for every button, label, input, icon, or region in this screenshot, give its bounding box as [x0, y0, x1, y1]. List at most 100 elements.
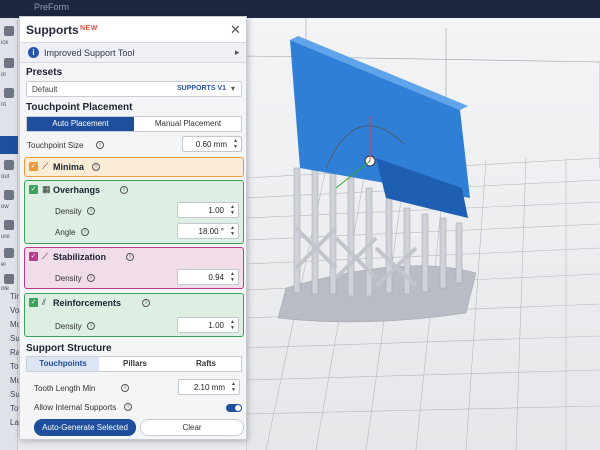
spinner-icon[interactable]: ▲ ▼ — [230, 271, 235, 283]
tab-pillars[interactable]: Pillars — [99, 357, 171, 371]
overhangs-density-label: Density — [55, 207, 82, 216]
tab-touchpoints[interactable]: Touchpoints — [27, 357, 99, 371]
spinner-icon[interactable]: ▲ ▼ — [230, 225, 235, 237]
preset-tag: SUPPORTS V1 — [177, 85, 227, 92]
internal-supports-toggle[interactable] — [226, 404, 242, 412]
minima-title: Minima — [53, 162, 85, 172]
panel-header: Supports NEW ✕ — [20, 17, 246, 43]
viewport-scene — [246, 18, 600, 450]
spinner-icon[interactable]: ▲ ▼ — [233, 138, 238, 150]
info-icon[interactable]: i — [92, 163, 100, 171]
support-structure-title: Support Structure — [26, 343, 112, 354]
info-icon[interactable]: i — [120, 186, 128, 194]
stabilization-density-value: 0.94 — [208, 273, 224, 282]
reinforcements-density-input[interactable]: 1.00 ▲ ▼ — [177, 317, 239, 333]
placement-toggle: Auto Placement Manual Placement — [26, 116, 242, 132]
stabilization-title: Stabilization — [53, 252, 107, 262]
rail-label-3: nt — [1, 102, 7, 108]
tooth-length-input[interactable]: 2.10 mm ▲ ▼ — [178, 379, 240, 395]
overhangs-header: ✓ ▦ Overhangs i — [25, 181, 243, 199]
overhangs-checkbox[interactable]: ✓ — [29, 185, 38, 194]
auto-placement-tab[interactable]: Auto Placement — [27, 117, 134, 131]
stabilization-density-label: Density — [55, 274, 82, 283]
overhangs-angle-value: 18.00 ° — [198, 227, 224, 236]
close-icon[interactable]: ✕ — [230, 22, 241, 38]
reinforcements-title: Reinforcements — [53, 298, 122, 308]
stabilization-density-input[interactable]: 0.94 ▲ ▼ — [177, 269, 239, 285]
overhangs-angle-input[interactable]: 18.00 ° ▲ ▼ — [177, 223, 239, 239]
3d-viewport[interactable] — [246, 18, 600, 450]
tool-icon[interactable] — [4, 190, 14, 200]
spinner-icon[interactable]: ▲ ▼ — [230, 204, 235, 216]
info-icon[interactable]: i — [81, 228, 89, 236]
overhangs-icon: ▦ — [42, 184, 51, 194]
touchpoint-size-value: 0.60 mm — [195, 140, 227, 149]
reinforcements-density-label: Density — [55, 322, 82, 331]
clear-button[interactable]: Clear — [140, 419, 244, 436]
new-badge: NEW — [80, 25, 98, 32]
info-icon: i — [28, 47, 39, 58]
overhangs-title: Overhangs — [53, 185, 101, 195]
spinner-icon[interactable]: ▲ ▼ — [231, 381, 236, 393]
stabilization-card: ✓ ⟋ Stabilization i Density i 0.94 ▲ ▼ — [24, 247, 244, 289]
reinforcements-header: ✓ ⫽ Reinforcements i — [25, 294, 243, 312]
preset-select[interactable]: Default SUPPORTS V1 ▾ — [26, 81, 242, 97]
overhangs-card: ✓ ▦ Overhangs i Density i 1.00 ▲ ▼ Angle … — [24, 180, 244, 244]
rail-label-5: ow — [1, 204, 9, 210]
tool-icon[interactable] — [4, 274, 14, 284]
info-icon[interactable]: i — [121, 384, 129, 392]
presets-title: Presets — [26, 67, 63, 78]
tooth-length-label: Tooth Length Min — [34, 384, 96, 393]
info-icon[interactable]: i — [124, 403, 132, 411]
minima-icon: ⟋ — [42, 161, 49, 171]
chevron-right-icon: ▸ — [235, 47, 240, 57]
overhangs-density-value: 1.00 — [208, 206, 224, 215]
rail-label-4: out — [1, 174, 10, 180]
stabilization-icon: ⟋ — [42, 251, 49, 261]
reinforcements-icon: ⫽ — [42, 297, 47, 307]
chevron-down-icon: ▾ — [231, 84, 236, 93]
tab-rafts[interactable]: Rafts — [171, 357, 241, 371]
stabilization-header: ✓ ⟋ Stabilization i — [25, 248, 243, 266]
touchpoint-size-label: Touchpoint Size — [27, 141, 84, 150]
supports-panel: Supports NEW ✕ i Improved Support Tool ▸… — [19, 16, 247, 440]
tooth-length-value: 2.10 mm — [193, 383, 225, 392]
panel-title: Supports — [26, 23, 79, 37]
manual-placement-tab[interactable]: Manual Placement — [135, 117, 241, 131]
rail-label-6: ure — [1, 234, 10, 240]
touchpoint-placement-title: Touchpoint Placement — [26, 102, 133, 113]
info-icon[interactable]: i — [87, 322, 95, 330]
overhangs-angle-label: Angle — [55, 228, 76, 237]
minima-checkbox[interactable]: ✓ — [29, 162, 38, 171]
tool-icon[interactable] — [4, 248, 14, 258]
rail-label-2: ol — [1, 72, 6, 78]
preset-value: Default — [32, 85, 58, 94]
spinner-icon[interactable]: ▲ ▼ — [230, 319, 235, 331]
info-label: Improved Support Tool — [44, 48, 135, 58]
tool-icon[interactable] — [4, 220, 14, 230]
info-icon[interactable]: i — [126, 253, 134, 261]
info-icon[interactable]: i — [87, 207, 95, 215]
tool-icon[interactable] — [4, 58, 14, 68]
toggle-knob — [235, 405, 241, 411]
info-icon[interactable]: i — [142, 299, 150, 307]
layout-icon[interactable] — [4, 160, 14, 170]
tool-icon[interactable] — [4, 88, 14, 98]
app-title: PreForm — [34, 2, 70, 12]
auto-generate-button[interactable]: Auto-Generate Selected — [34, 419, 136, 436]
support-structure-tabs: Touchpoints Pillars Rafts — [26, 356, 242, 372]
internal-supports-label: Allow Internal Supports — [34, 403, 117, 412]
info-icon[interactable]: i — [96, 141, 104, 149]
touchpoint-size-input[interactable]: 0.60 mm ▲ ▼ — [182, 136, 242, 152]
supports-tool-button[interactable] — [0, 136, 18, 154]
improved-support-tool-link[interactable]: i Improved Support Tool ▸ — [20, 43, 246, 63]
reinforcements-density-value: 1.00 — [208, 321, 224, 330]
reinforcements-checkbox[interactable]: ✓ — [29, 298, 38, 307]
minima-card: ✓ ⟋ Minima i — [24, 157, 244, 177]
select-icon[interactable] — [4, 26, 14, 36]
info-icon[interactable]: i — [87, 274, 95, 282]
overhangs-density-input[interactable]: 1.00 ▲ ▼ — [177, 202, 239, 218]
minima-header: ✓ ⟋ Minima i — [25, 158, 243, 176]
rail-label-7: el — [1, 262, 6, 268]
stabilization-checkbox[interactable]: ✓ — [29, 252, 38, 261]
